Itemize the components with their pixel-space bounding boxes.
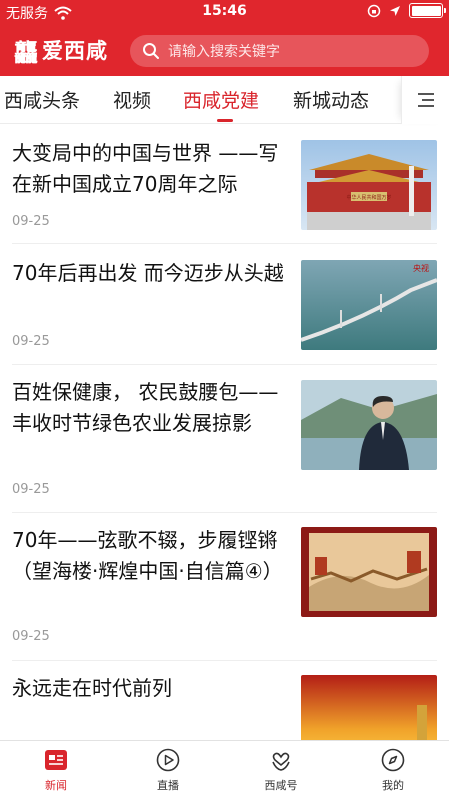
tab-video[interactable]: 视频: [113, 86, 151, 113]
nav-xixian-account[interactable]: 西咸号: [241, 747, 321, 793]
article-thumbnail: [301, 380, 437, 470]
article-title: 70年——弦歌不辍，步履铿锵（望海楼·辉煌中国·自信篇④）: [12, 528, 283, 583]
nav-label: 直播: [157, 779, 179, 792]
article-item[interactable]: 大变局中的中国与世界 ——写在新中国成立70周年之际 09-25 中华人民共和国…: [0, 124, 449, 244]
nav-label: 新闻: [45, 779, 67, 792]
battery-icon: [409, 3, 446, 18]
article-list: 大变局中的中国与世界 ——写在新中国成立70周年之际 09-25 中华人民共和国…: [0, 124, 449, 740]
bottom-tab-bar: 新闻 直播 西咸号 我的: [0, 740, 449, 800]
article-title: 永远走在时代前列: [12, 676, 172, 700]
article-thumbnail: 央视: [301, 260, 437, 350]
article-thumbnail: [301, 527, 437, 617]
status-bar: 无服务 15:46: [0, 0, 449, 26]
app-logo: 龘: [14, 37, 38, 67]
article-date: 09-25: [12, 482, 50, 497]
location-arrow-icon: [390, 5, 400, 16]
nav-label: 西咸号: [264, 779, 298, 792]
nav-mine[interactable]: 我的: [353, 747, 433, 793]
news-icon: [45, 750, 67, 770]
orientation-lock-icon: [367, 4, 381, 17]
channel-tabs: 西咸头条 视频 西咸党建 新城动态: [0, 76, 449, 124]
article-thumbnail: [301, 675, 437, 740]
article-item[interactable]: 70年——弦歌不辍，步履铿锵（望海楼·辉煌中国·自信篇④） 09-25: [0, 513, 449, 661]
play-circle-icon: [156, 748, 180, 772]
article-date: 09-25: [12, 214, 50, 229]
thumb-watermark: 央视: [413, 263, 429, 273]
heart-hands-icon: [272, 752, 290, 771]
app-screen: 无服务 15:46 龘 爱西咸 请输入搜索关键字 西咸头条 视频 西咸党建 新城…: [0, 0, 449, 800]
tab-party-building[interactable]: 西咸党建: [183, 86, 259, 113]
app-header: 无服务 15:46 龘 爱西咸 请输入搜索关键字: [0, 0, 449, 76]
article-item[interactable]: 百姓保健康， 农民鼓腰包——丰收时节绿色农业发展掠影 09-25: [0, 365, 449, 513]
article-item[interactable]: 永远走在时代前列: [0, 661, 449, 740]
compass-icon: [381, 748, 405, 772]
status-right: [367, 3, 446, 18]
search-icon: [143, 43, 159, 59]
article-item[interactable]: 70年后再出发 而今迈步从头越 09-25 央视: [0, 244, 449, 365]
article-title: 百姓保健康， 农民鼓腰包——丰收时节绿色农业发展掠影: [12, 380, 279, 435]
channel-menu-button[interactable]: [401, 76, 449, 124]
search-placeholder: 请输入搜索关键字: [168, 44, 280, 60]
article-title: 大变局中的中国与世界 ——写在新中国成立70周年之际: [12, 141, 279, 196]
tab-new-city-news[interactable]: 新城动态: [293, 86, 369, 113]
search-bar[interactable]: 请输入搜索关键字: [130, 35, 429, 67]
app-brand: 龘 爱西咸: [14, 34, 108, 67]
nav-news[interactable]: 新闻: [16, 747, 96, 793]
article-date: 09-25: [12, 334, 50, 349]
article-title: 70年后再出发 而今迈步从头越: [12, 261, 284, 285]
thumb-banner-text: 中华人民共和国万岁: [346, 194, 391, 201]
app-name: 爱西咸: [42, 38, 108, 63]
active-tab-indicator: [217, 119, 233, 122]
menu-icon: [417, 93, 434, 107]
article-thumbnail: 中华人民共和国万岁: [301, 140, 437, 230]
article-date: 09-25: [12, 629, 50, 644]
tab-headlines[interactable]: 西咸头条: [4, 86, 80, 113]
nav-live[interactable]: 直播: [128, 747, 208, 793]
nav-label: 我的: [382, 779, 404, 792]
